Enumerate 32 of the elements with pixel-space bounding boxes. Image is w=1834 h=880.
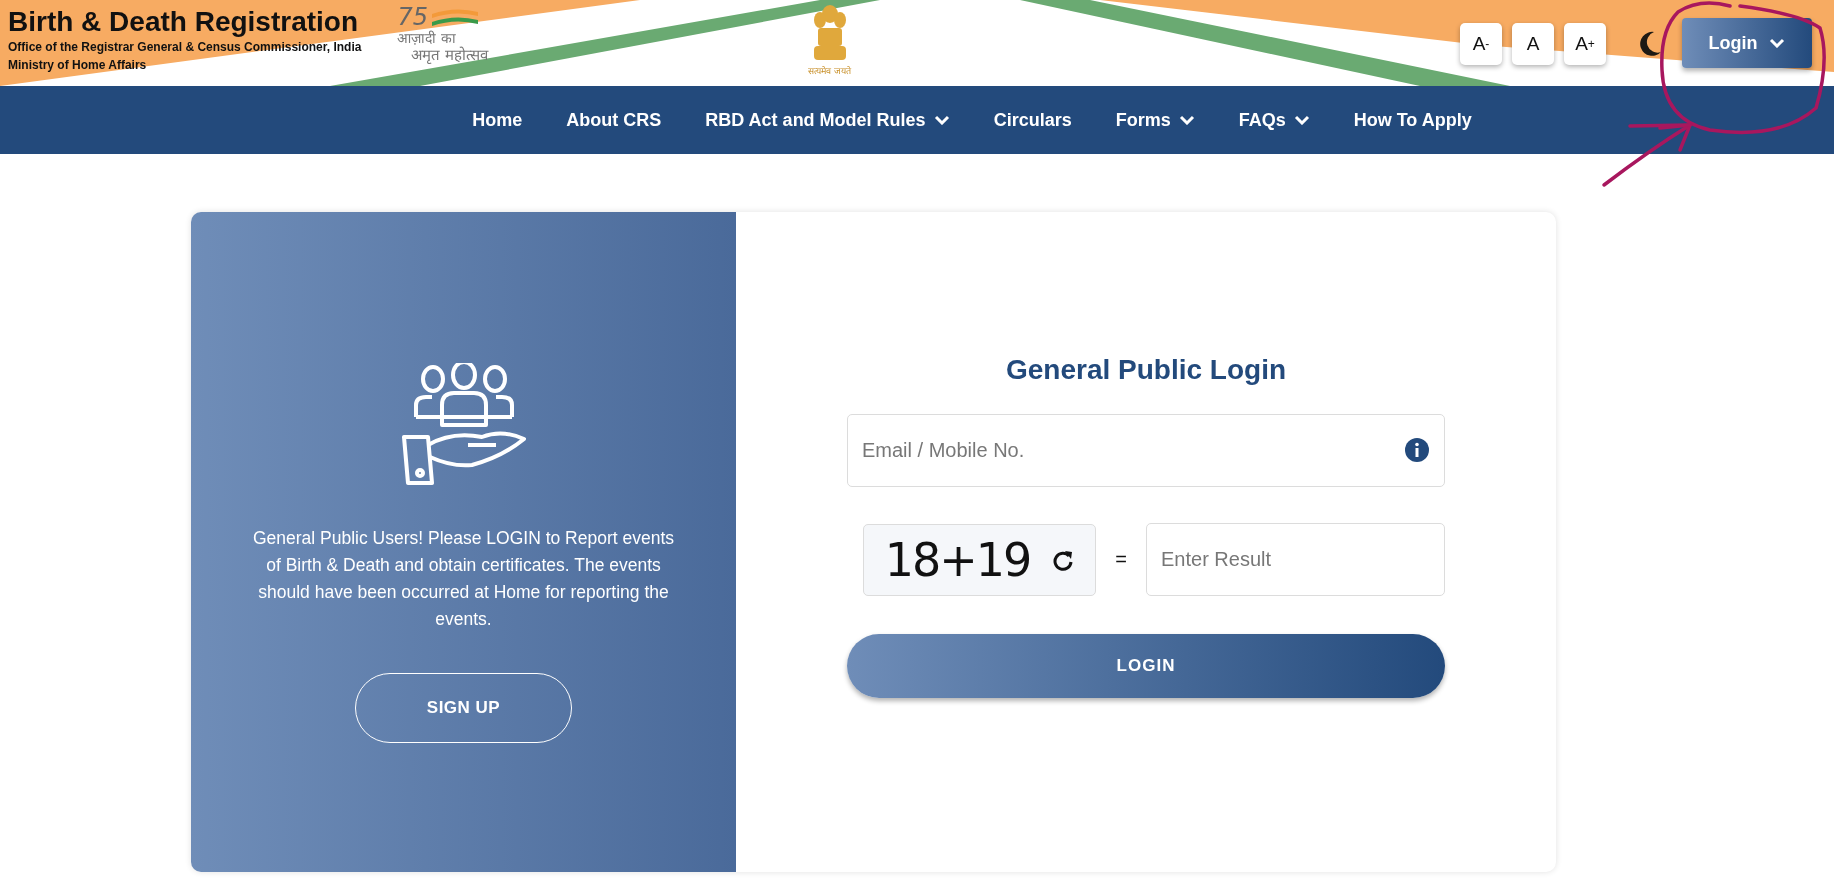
chevron-down-icon xyxy=(933,115,950,125)
captcha-text: 18+19 xyxy=(884,532,1031,587)
equals-sign: = xyxy=(1114,548,1128,571)
nav-link[interactable]: Circulars xyxy=(993,109,1072,131)
font-size-button[interactable]: A xyxy=(1512,23,1554,65)
nav-link[interactable]: FAQs xyxy=(1238,109,1310,131)
email-input-field[interactable]: Email / Mobile No. xyxy=(847,414,1445,487)
dark-mode-icon xyxy=(1638,31,1662,57)
emblem-motto: सत्यमेव जयते xyxy=(808,65,852,77)
nav-link[interactable]: About CRS xyxy=(566,109,662,131)
login-menu-button[interactable]: Login xyxy=(1682,18,1812,68)
info-message: General Public Users! Please LOGIN to Report events of Birth & Death and obtain certificates. The events should have been occurred at Home for reporting the events. xyxy=(251,527,676,631)
chevron-down-icon xyxy=(1769,38,1786,48)
info-icon[interactable] xyxy=(1405,438,1429,462)
people-hand-icon xyxy=(401,363,526,487)
logo-number: 75 xyxy=(397,4,428,30)
login-button[interactable]: LOGIN xyxy=(847,634,1445,698)
refresh-icon[interactable] xyxy=(1052,548,1075,571)
chevron-down-icon xyxy=(1293,115,1310,125)
site-title: Birth & Death Registration xyxy=(8,6,360,38)
logo-text: अमृत महोत्सव xyxy=(411,46,489,64)
form-title: General Public Login xyxy=(1005,354,1286,386)
nav-link[interactable]: Home xyxy=(472,109,523,131)
flag-swoosh-icon xyxy=(430,6,480,28)
chevron-down-icon xyxy=(1178,115,1195,125)
nav-link[interactable]: RBD Act and Model Rules xyxy=(705,109,950,131)
nav-link[interactable]: Forms xyxy=(1115,109,1195,131)
logo-text: आज़ादी का xyxy=(397,30,456,46)
result-input-field[interactable]: Enter Result xyxy=(1146,523,1445,596)
nav-link[interactable]: How To Apply xyxy=(1353,109,1472,131)
ministry-name: Ministry of Home Affairs xyxy=(8,57,148,74)
site-subtitle: Office of the Registrar General & Census Commissioner, India xyxy=(8,39,362,56)
